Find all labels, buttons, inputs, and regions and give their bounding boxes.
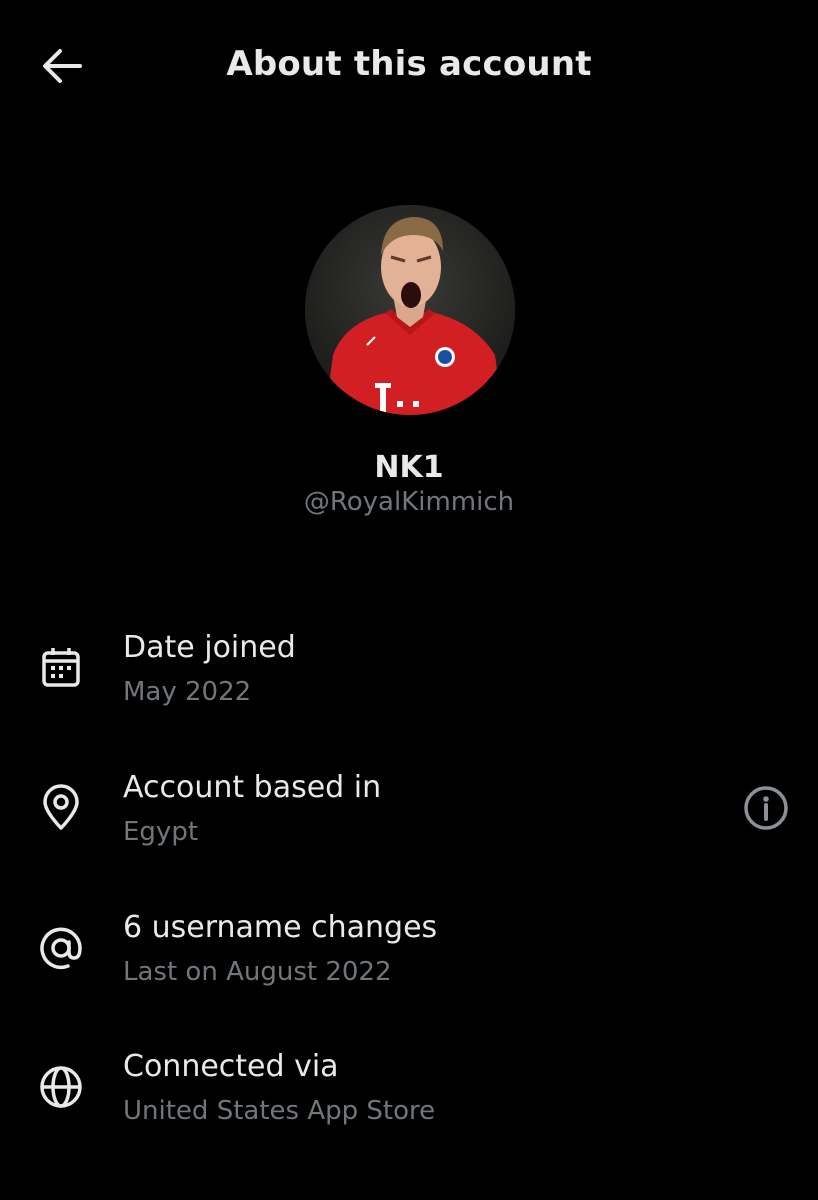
date-joined-label: Date joined xyxy=(123,630,296,665)
account-based-in-label: Account based in xyxy=(123,770,382,805)
page-title: About this account xyxy=(226,44,592,84)
username-changes-row: 6 username changes Last on August 2022 xyxy=(0,905,818,1005)
calendar-icon xyxy=(36,642,86,692)
username-changes-value: Last on August 2022 xyxy=(123,957,392,987)
at-sign-icon xyxy=(36,923,86,973)
info-button[interactable] xyxy=(738,780,794,836)
location-pin-icon xyxy=(36,783,86,833)
connected-via-row: Connected via United States App Store xyxy=(0,1044,818,1144)
profile-photo xyxy=(305,205,515,415)
top-bar: About this account xyxy=(0,0,818,130)
date-joined-row: Date joined May 2022 xyxy=(0,625,818,725)
connected-via-value: United States App Store xyxy=(123,1096,436,1126)
username-changes-label: 6 username changes xyxy=(123,910,438,945)
account-based-in-row: Account based in Egypt xyxy=(0,765,818,865)
avatar[interactable] xyxy=(305,205,515,415)
info-icon xyxy=(744,786,788,830)
account-based-in-value: Egypt xyxy=(123,817,199,847)
globe-icon xyxy=(36,1062,86,1112)
date-joined-value: May 2022 xyxy=(123,677,252,707)
username-handle: @RoyalKimmich xyxy=(303,487,515,517)
connected-via-label: Connected via xyxy=(123,1049,339,1084)
display-name: NK1 xyxy=(374,450,444,485)
